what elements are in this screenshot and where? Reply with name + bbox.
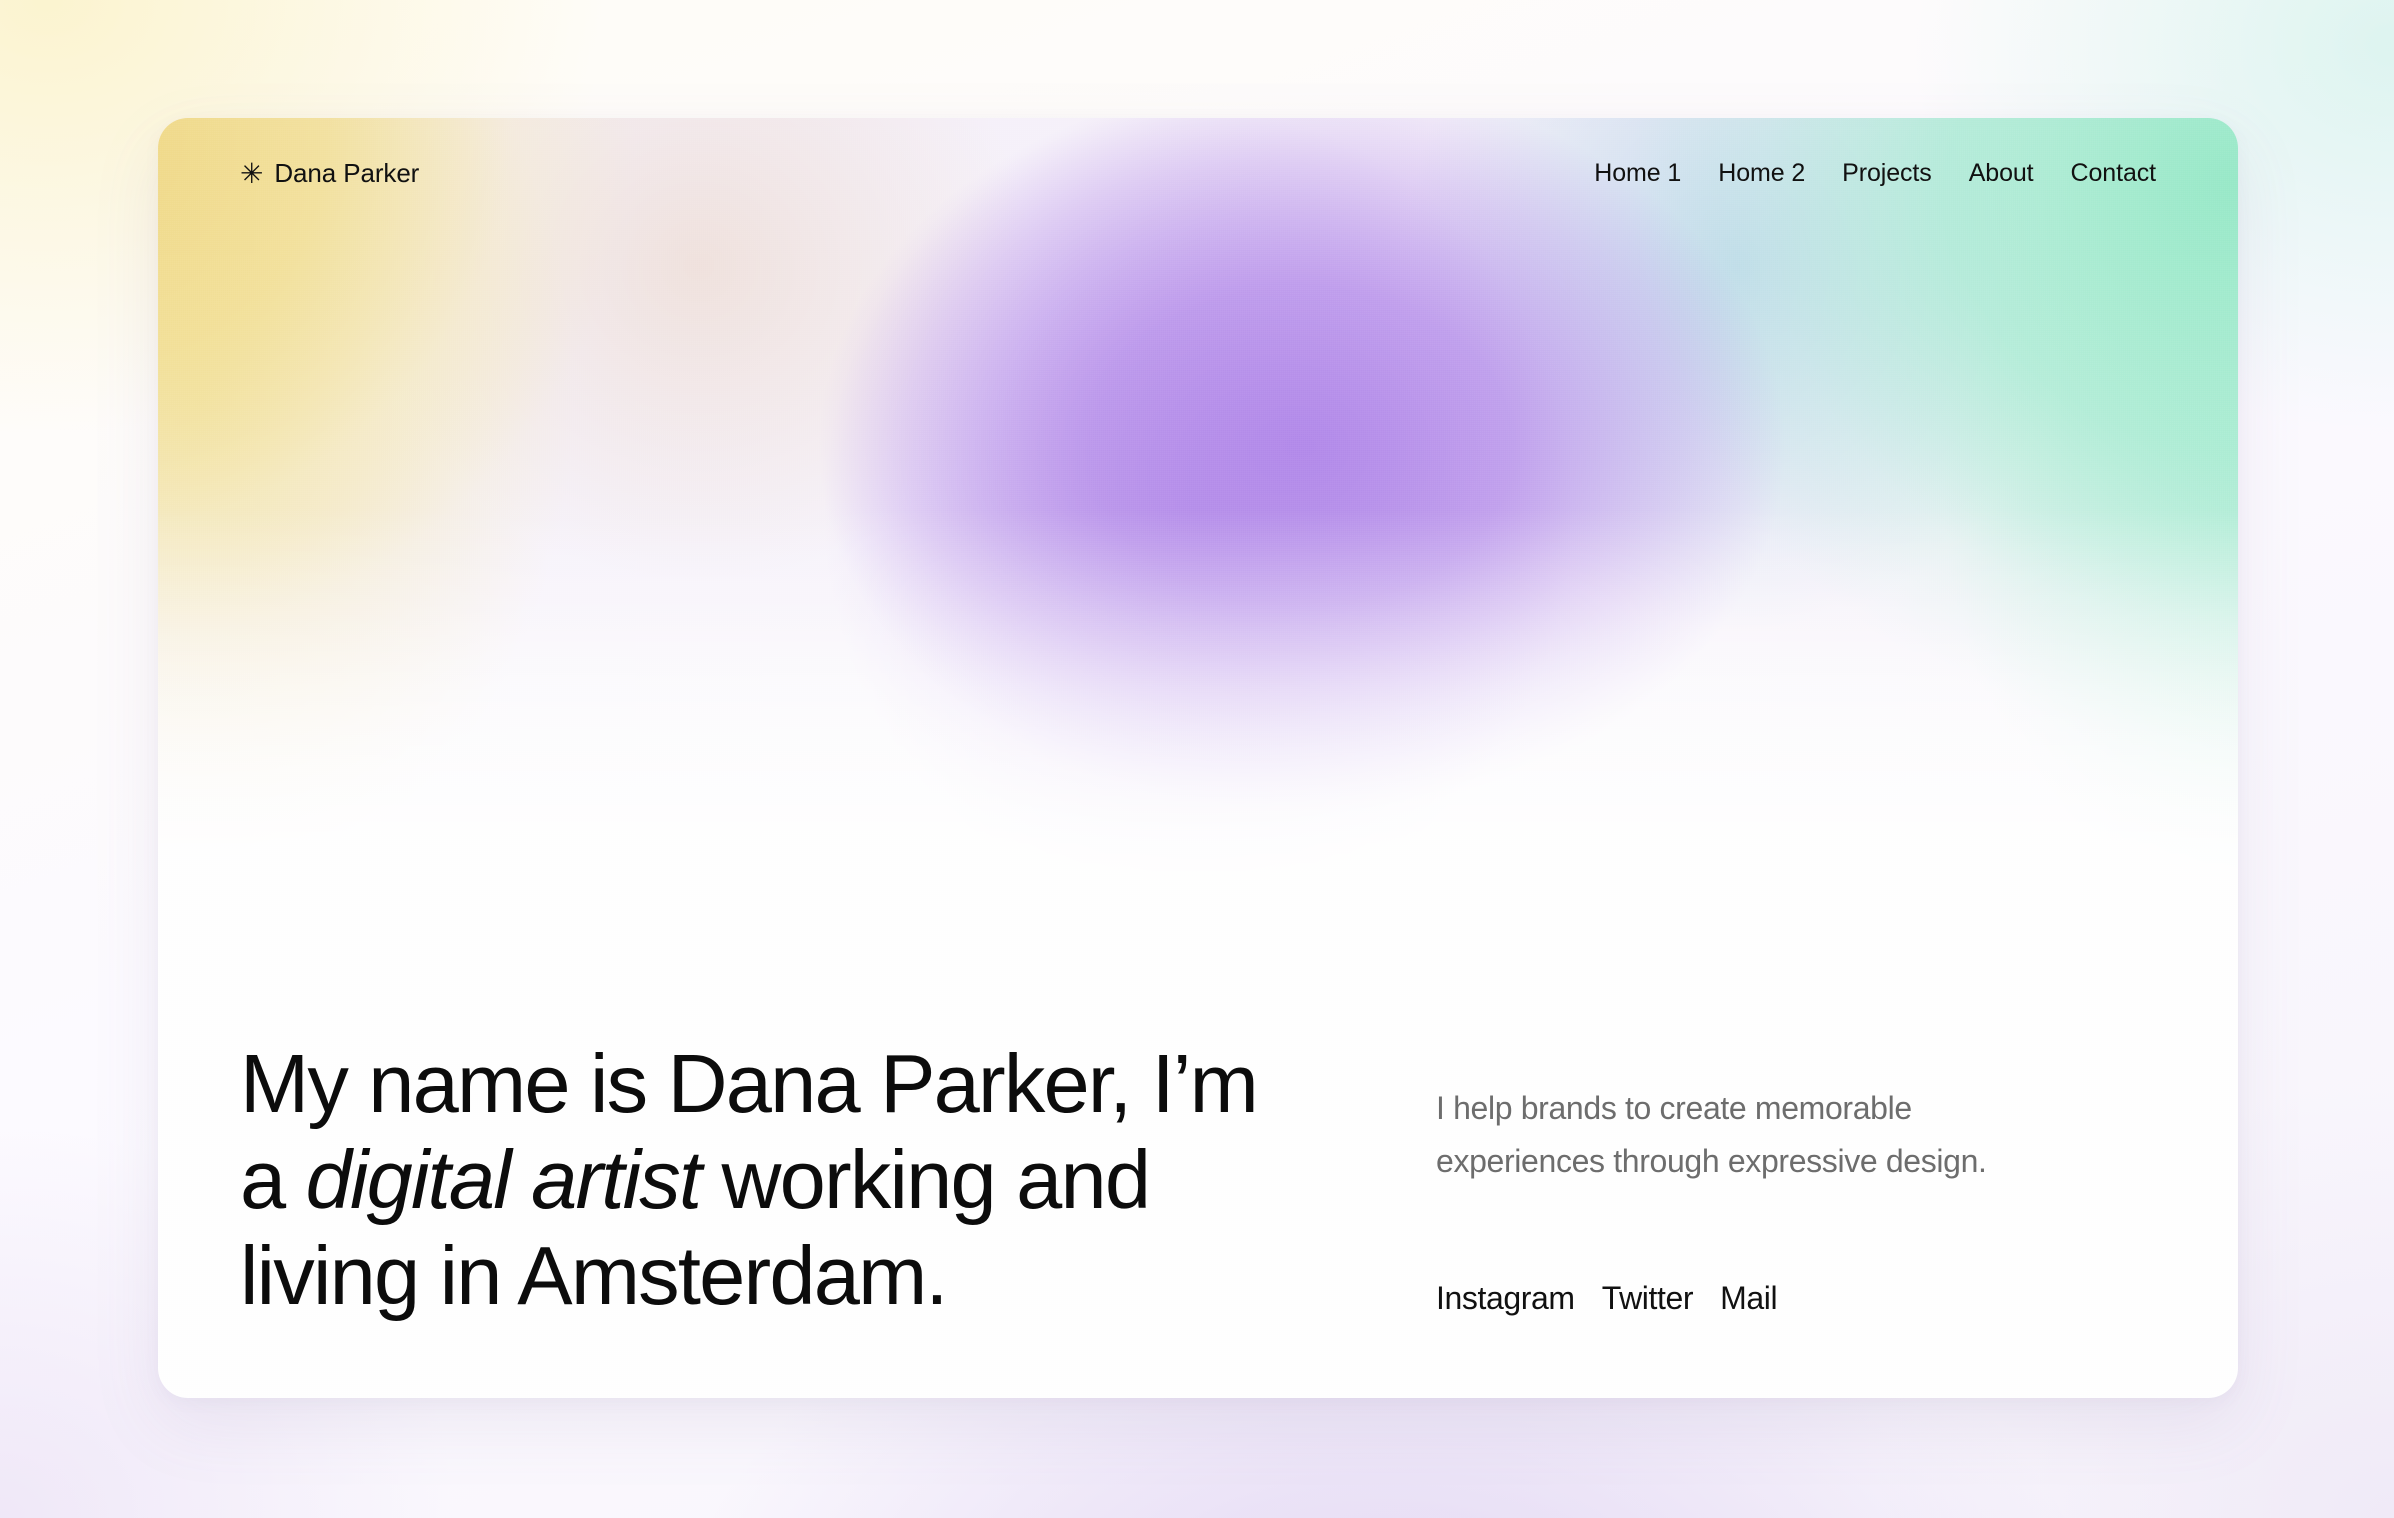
nav-link-home-2[interactable]: Home 2	[1718, 159, 1805, 188]
hero-headline: My name is Dana Parker, I’m a digital ar…	[240, 1036, 1270, 1324]
social-link-twitter[interactable]: Twitter	[1602, 1280, 1694, 1317]
hero-tagline: I help brands to create memorable experi…	[1436, 1090, 1987, 1179]
hero-side-column: I help brands to create memorable experi…	[1436, 1082, 2156, 1324]
asterisk-icon: ✳	[240, 158, 264, 189]
nav-link-projects[interactable]: Projects	[1842, 159, 1932, 188]
headline-emphasis: digital artist	[305, 1133, 702, 1226]
brand-name: Dana Parker	[274, 157, 420, 188]
gradient-mesh-background	[158, 118, 2238, 938]
nav-link-about[interactable]: About	[1969, 159, 2034, 188]
hero-card: ✳ Dana Parker Home 1 Home 2 Projects Abo…	[158, 118, 2238, 1398]
hero-content: My name is Dana Parker, I’m a digital ar…	[158, 1036, 2238, 1398]
brand-logo[interactable]: ✳ Dana Parker	[240, 158, 419, 189]
social-link-mail[interactable]: Mail	[1720, 1280, 1777, 1317]
site-header: ✳ Dana Parker Home 1 Home 2 Projects Abo…	[158, 118, 2238, 228]
nav-link-home-1[interactable]: Home 1	[1594, 159, 1681, 188]
nav-link-contact[interactable]: Contact	[2071, 159, 2157, 188]
social-link-instagram[interactable]: Instagram	[1436, 1280, 1575, 1317]
social-links: Instagram Twitter Mail	[1436, 1280, 2156, 1317]
main-navigation: Home 1 Home 2 Projects About Contact	[1594, 159, 2156, 188]
